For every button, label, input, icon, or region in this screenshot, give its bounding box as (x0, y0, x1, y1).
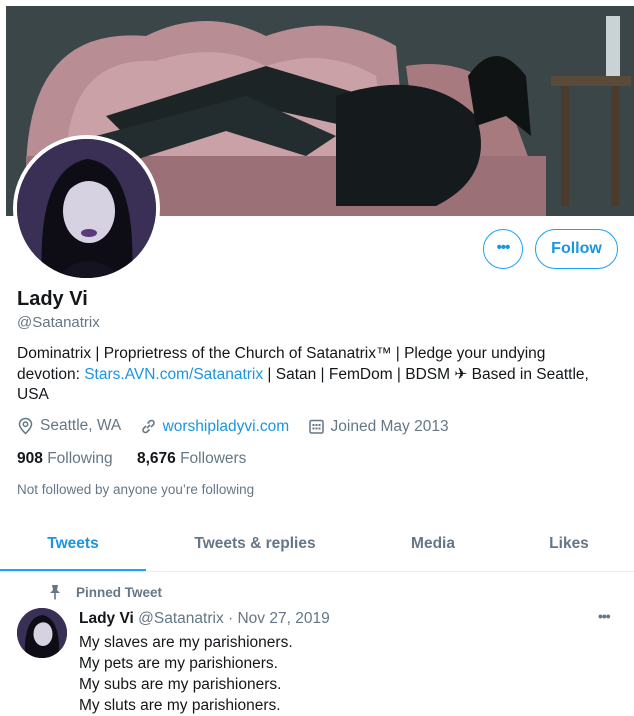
pinned-tweet-label: Pinned Tweet (48, 584, 162, 600)
tweet-text: My slaves are my parishioners. My pets a… (79, 632, 293, 716)
tweet-author-avatar[interactable] (17, 608, 67, 658)
profile-bio: Dominatrix | Proprietress of the Church … (17, 344, 607, 406)
bio-text: | Satan | FemDom | BDSM ✈ Based in Seatt… (263, 365, 589, 383)
followers-stat[interactable]: 8,676 Followers (137, 450, 246, 467)
following-count: 908 (17, 450, 43, 467)
bio-line: USA (17, 386, 49, 403)
tab-tweets-replies[interactable]: Tweets & replies (175, 520, 335, 569)
tweet-more-button[interactable]: ••• (598, 608, 611, 624)
follow-button[interactable]: Follow (535, 229, 618, 269)
tweet-line: My pets are my parishioners. (79, 655, 278, 672)
more-options-button[interactable]: ••• (483, 229, 523, 269)
profile-tabs: Tweets Tweets & replies Media Likes (0, 520, 634, 572)
joined-text: Joined May 2013 (330, 417, 449, 435)
followers-label: Followers (180, 450, 247, 467)
tweet-line: My sluts are my parishioners. (79, 697, 281, 714)
following-label: Following (47, 450, 113, 467)
location-text: Seattle, WA (40, 417, 122, 434)
not-followed-notice: Not followed by anyone you’re following (17, 482, 255, 497)
pinned-text: Pinned Tweet (76, 584, 163, 600)
tweet-header: Lady Vi @Satanatrix · Nov 27, 2019 (79, 610, 330, 628)
profile-name: Lady Vi (17, 288, 88, 310)
location: Seattle, WA (17, 417, 121, 435)
tab-tweets[interactable]: Tweets (0, 520, 146, 571)
follow-stats: 908 Following 8,676 Followers (17, 450, 266, 468)
bio-text: devotion: (17, 365, 85, 383)
pin-icon (50, 585, 60, 600)
website[interactable]: worshipladyvi.com (140, 418, 290, 436)
bio-line: devotion: Stars.AVN.com/Satanatrix | Sat… (17, 365, 607, 386)
profile-meta: Seattle, WA worshipladyvi.com Joined May… (17, 417, 463, 440)
bio-link[interactable]: Stars.AVN.com/Satanatrix (84, 366, 263, 383)
calendar-icon (308, 419, 324, 434)
tweet-line: My subs are my parishioners. (79, 676, 282, 693)
profile-handle: @Satanatrix (17, 314, 100, 331)
tab-media[interactable]: Media (383, 520, 483, 569)
bio-line: Dominatrix | Proprietress of the Church … (17, 345, 546, 362)
tweet-date[interactable]: · Nov 27, 2019 (224, 610, 330, 627)
location-pin-icon (18, 417, 33, 435)
website-link[interactable]: worshipladyvi.com (163, 418, 290, 436)
link-icon (141, 419, 155, 434)
joined-date: Joined May 2013 (308, 418, 449, 436)
followers-count: 8,676 (136, 450, 176, 467)
tweet-author-name[interactable]: Lady Vi (79, 610, 134, 627)
profile-avatar[interactable] (13, 135, 160, 282)
following-stat[interactable]: 908 Following (17, 450, 113, 467)
tab-likes[interactable]: Likes (530, 520, 608, 569)
tweet-line: My slaves are my parishioners. (79, 634, 293, 651)
tweet-author-handle[interactable]: @Satanatrix (138, 610, 224, 627)
